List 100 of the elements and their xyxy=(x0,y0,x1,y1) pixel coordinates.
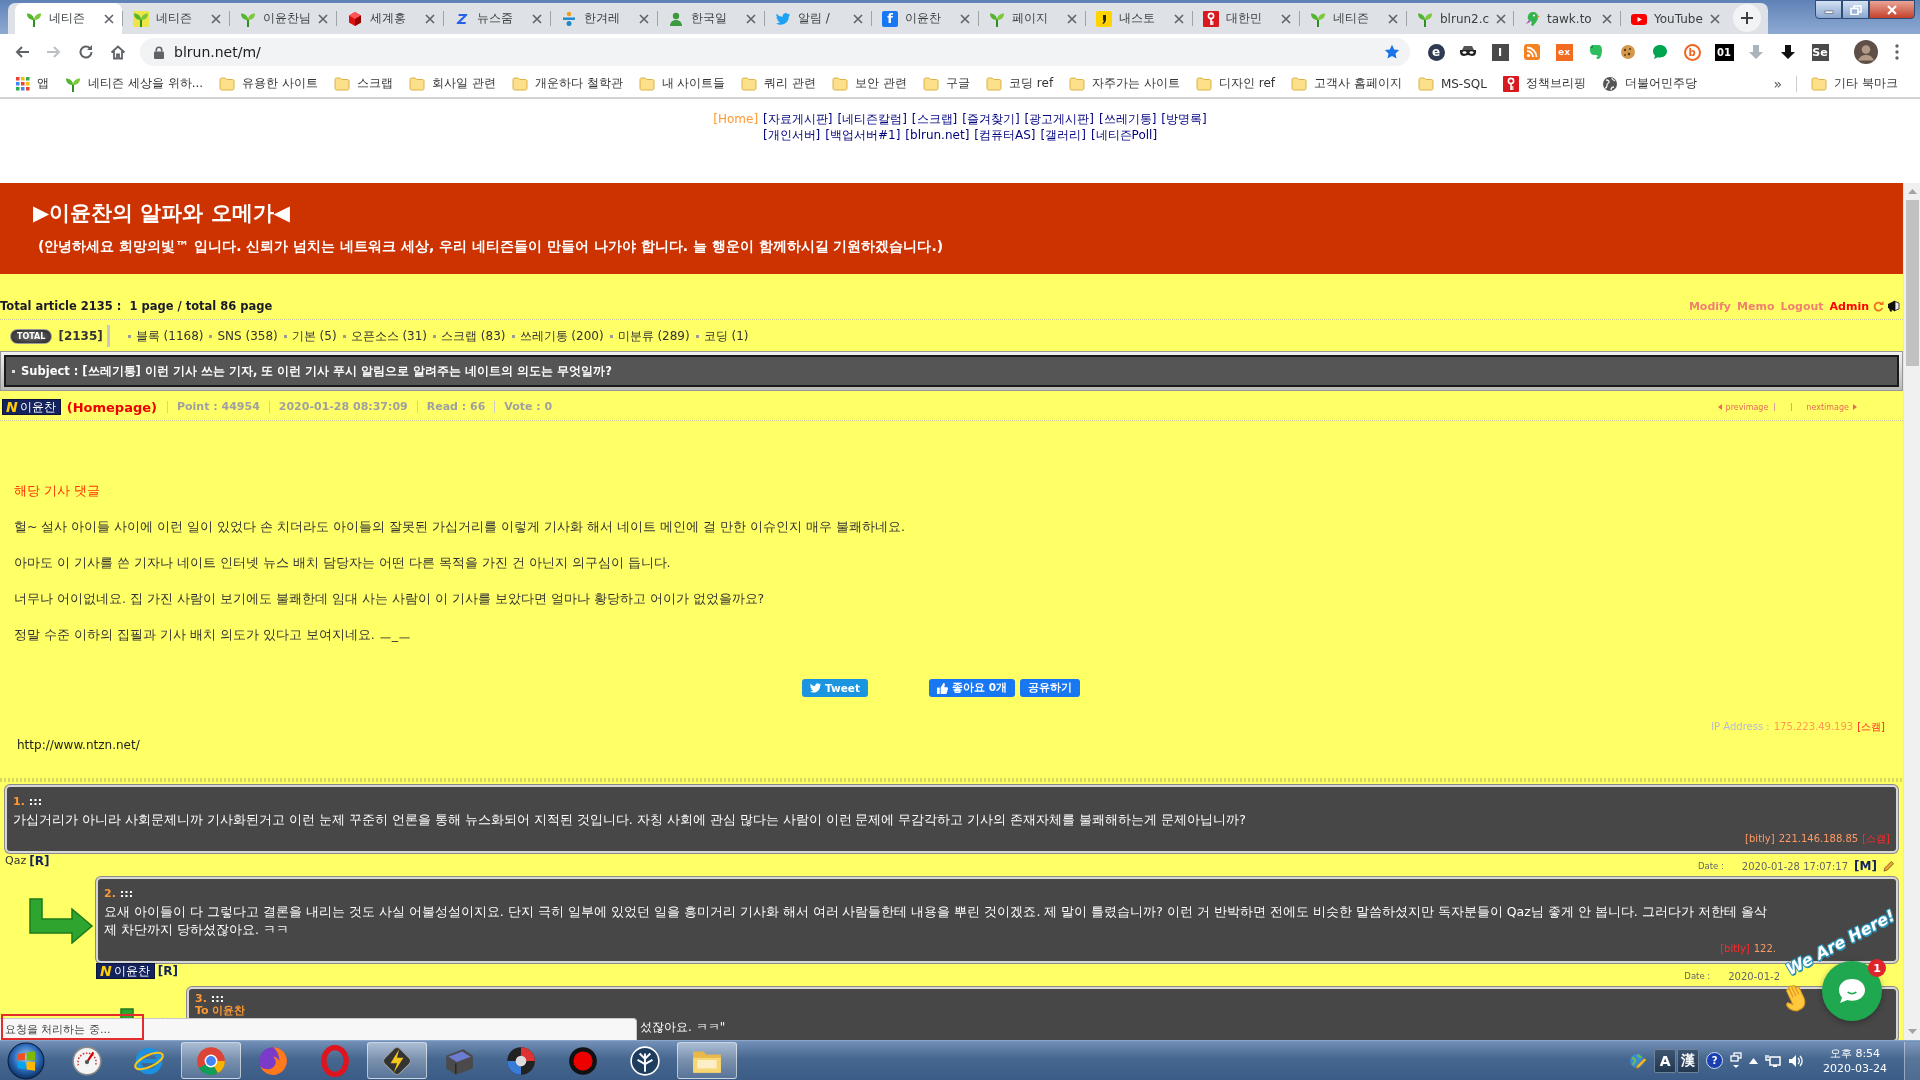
nav-link[interactable]: [blrun.net] xyxy=(905,127,970,143)
scrollbar-thumb[interactable] xyxy=(1905,200,1919,366)
bookmark-item[interactable]: 개운하다 철학관 xyxy=(503,71,631,96)
minimize-button[interactable] xyxy=(1815,0,1842,19)
bookmark-item[interactable]: 더불어민주당 xyxy=(1593,71,1705,96)
window-switch-icon[interactable] xyxy=(1730,1051,1743,1070)
close-icon[interactable] xyxy=(1067,13,1077,24)
speaker-icon[interactable] xyxy=(1788,1053,1805,1068)
nav-link[interactable]: [개인서버] xyxy=(762,127,821,143)
show-desktop-button[interactable] xyxy=(1904,1041,1920,1080)
clock-date[interactable]: 2020-03-24 xyxy=(1823,1060,1887,1076)
mask-icon[interactable] xyxy=(1459,45,1477,59)
reply-link[interactable]: [R] xyxy=(29,854,50,868)
close-icon[interactable] xyxy=(211,13,221,24)
rss-icon[interactable] xyxy=(1524,44,1540,60)
nav-link[interactable]: [방명록] xyxy=(1161,111,1207,127)
close-icon[interactable] xyxy=(746,13,756,24)
avatar-icon[interactable] xyxy=(1854,40,1878,64)
ime-mode-button[interactable]: 漢 xyxy=(1677,1048,1700,1073)
close-icon[interactable] xyxy=(1602,13,1612,24)
bookmark-item[interactable]: 기타 북마크 xyxy=(1803,71,1906,96)
globe-pencil-icon[interactable] xyxy=(1629,1051,1648,1070)
bookmark-item[interactable]: 코딩 ref xyxy=(978,71,1062,96)
cookie-icon[interactable] xyxy=(1620,44,1636,60)
close-icon[interactable] xyxy=(960,13,970,24)
down-arrow-icon[interactable] xyxy=(1780,44,1796,60)
restore-button[interactable] xyxy=(1842,0,1869,19)
extension-button[interactable]: 01 xyxy=(1714,43,1734,61)
bookmark-item[interactable]: 스크랩 xyxy=(325,71,401,96)
taskbar-button[interactable] xyxy=(367,1042,427,1079)
cycle-arrows-icon[interactable] xyxy=(1872,300,1884,312)
total-count[interactable]: [2135] xyxy=(58,329,103,343)
category-link[interactable]: 기본 (5) xyxy=(291,327,337,345)
speech-bubble-icon[interactable] xyxy=(1652,44,1668,60)
close-icon[interactable] xyxy=(1388,13,1398,24)
share-button[interactable]: 공유하기 xyxy=(1019,679,1080,697)
edit-link[interactable]: [M] xyxy=(1854,859,1877,873)
homepage-url[interactable]: http://www.ntzn.net/ xyxy=(17,738,140,752)
bookmark-item[interactable]: 회사일 관련 xyxy=(400,71,504,96)
nav-link[interactable]: [컴퓨터AS] xyxy=(974,127,1036,143)
triangle-right-icon[interactable] xyxy=(1853,404,1857,410)
close-window-button[interactable] xyxy=(1869,0,1915,19)
caret-up-icon[interactable] xyxy=(1749,1057,1759,1064)
bookmark-item[interactable]: 앱 xyxy=(8,71,57,96)
close-icon[interactable] xyxy=(853,13,863,24)
extension-button[interactable]: I xyxy=(1491,43,1509,61)
category-link[interactable]: SNS (358) xyxy=(217,329,278,343)
close-icon[interactable] xyxy=(639,13,649,24)
bookmark-item[interactable]: 디자인 ref xyxy=(1187,71,1284,96)
nav-link[interactable]: [네티즌칼럼] xyxy=(837,111,907,127)
bookmark-item[interactable]: 네티즌 세상을 위하... xyxy=(57,71,212,96)
nav-link[interactable]: [네티즌Poll] xyxy=(1090,127,1158,143)
reply-link[interactable]: [R] xyxy=(157,964,178,978)
nav-link[interactable]: [광고게시판] xyxy=(1024,111,1094,127)
browser-tab[interactable]: 네티즌 xyxy=(15,3,122,34)
extension-button[interactable]: e xyxy=(1427,43,1445,61)
bookmark-item[interactable]: 정책브리핑 xyxy=(1494,71,1594,96)
pencil-icon[interactable] xyxy=(1883,860,1894,872)
bookmark-item[interactable]: 자주가는 사이트 xyxy=(1061,71,1188,96)
nav-link[interactable]: [백업서버#1] xyxy=(825,127,901,143)
help-button[interactable]: ? xyxy=(1706,1052,1724,1069)
bookmark-item[interactable]: 내 사이트들 xyxy=(630,71,734,96)
close-icon[interactable] xyxy=(532,13,542,24)
address-bar[interactable]: blrun.net/m/ xyxy=(140,38,1410,66)
ime-mode-button[interactable]: A xyxy=(1654,1048,1677,1073)
network-icon[interactable] xyxy=(1765,1053,1782,1068)
nav-link[interactable]: [스크랩] xyxy=(911,111,958,127)
category-link[interactable]: 스크랩 (83) xyxy=(441,327,506,345)
scam-report-link[interactable]: [스캠] xyxy=(1857,721,1885,733)
nav-link[interactable]: [자료게시판] xyxy=(763,111,833,127)
megaphone-icon[interactable] xyxy=(1887,300,1900,312)
bookmark-item[interactable]: 구글 xyxy=(915,71,979,96)
menu-icon[interactable] xyxy=(1895,44,1899,60)
nav-link[interactable]: [갤러리] xyxy=(1040,127,1086,143)
close-icon[interactable] xyxy=(104,13,114,24)
category-link[interactable]: 오픈소스 (31) xyxy=(350,327,428,345)
close-icon[interactable] xyxy=(1709,13,1720,24)
close-icon[interactable] xyxy=(425,13,435,24)
admin-link[interactable]: Admin xyxy=(1829,299,1869,313)
close-icon[interactable] xyxy=(1281,13,1291,24)
close-icon[interactable] xyxy=(318,13,328,24)
close-icon[interactable] xyxy=(1174,13,1184,24)
bookmark-item[interactable]: MS-SQL xyxy=(1409,71,1495,96)
bookmark-item[interactable]: 고객사 홈페이지 xyxy=(1283,71,1410,96)
like-button[interactable]: 좋아요 0개 xyxy=(929,679,1015,697)
close-icon[interactable] xyxy=(1496,13,1507,24)
homepage-link[interactable]: (Homepage) xyxy=(66,399,157,415)
bookmark-item[interactable]: 유용한 사이트 xyxy=(211,71,326,96)
category-link[interactable]: 코딩 (1) xyxy=(703,327,749,345)
category-link[interactable]: 블록 (1168) xyxy=(135,327,204,345)
category-link[interactable]: 쓰레기통 (200) xyxy=(519,327,604,345)
elephant-icon[interactable] xyxy=(1588,44,1604,60)
bookmark-item[interactable]: 쿼리 관련 xyxy=(733,71,825,96)
star-icon[interactable] xyxy=(1384,44,1400,60)
clock-time[interactable]: 오후 8:54 xyxy=(1829,1045,1881,1061)
more-bookmarks-button[interactable]: » xyxy=(1765,75,1791,92)
bookmark-item[interactable]: 보안 관련 xyxy=(824,71,916,96)
new-tab-button[interactable] xyxy=(1733,4,1761,32)
nav-link[interactable]: [쓰레기통] xyxy=(1098,111,1157,127)
category-link[interactable]: 미분류 (289) xyxy=(617,327,690,345)
